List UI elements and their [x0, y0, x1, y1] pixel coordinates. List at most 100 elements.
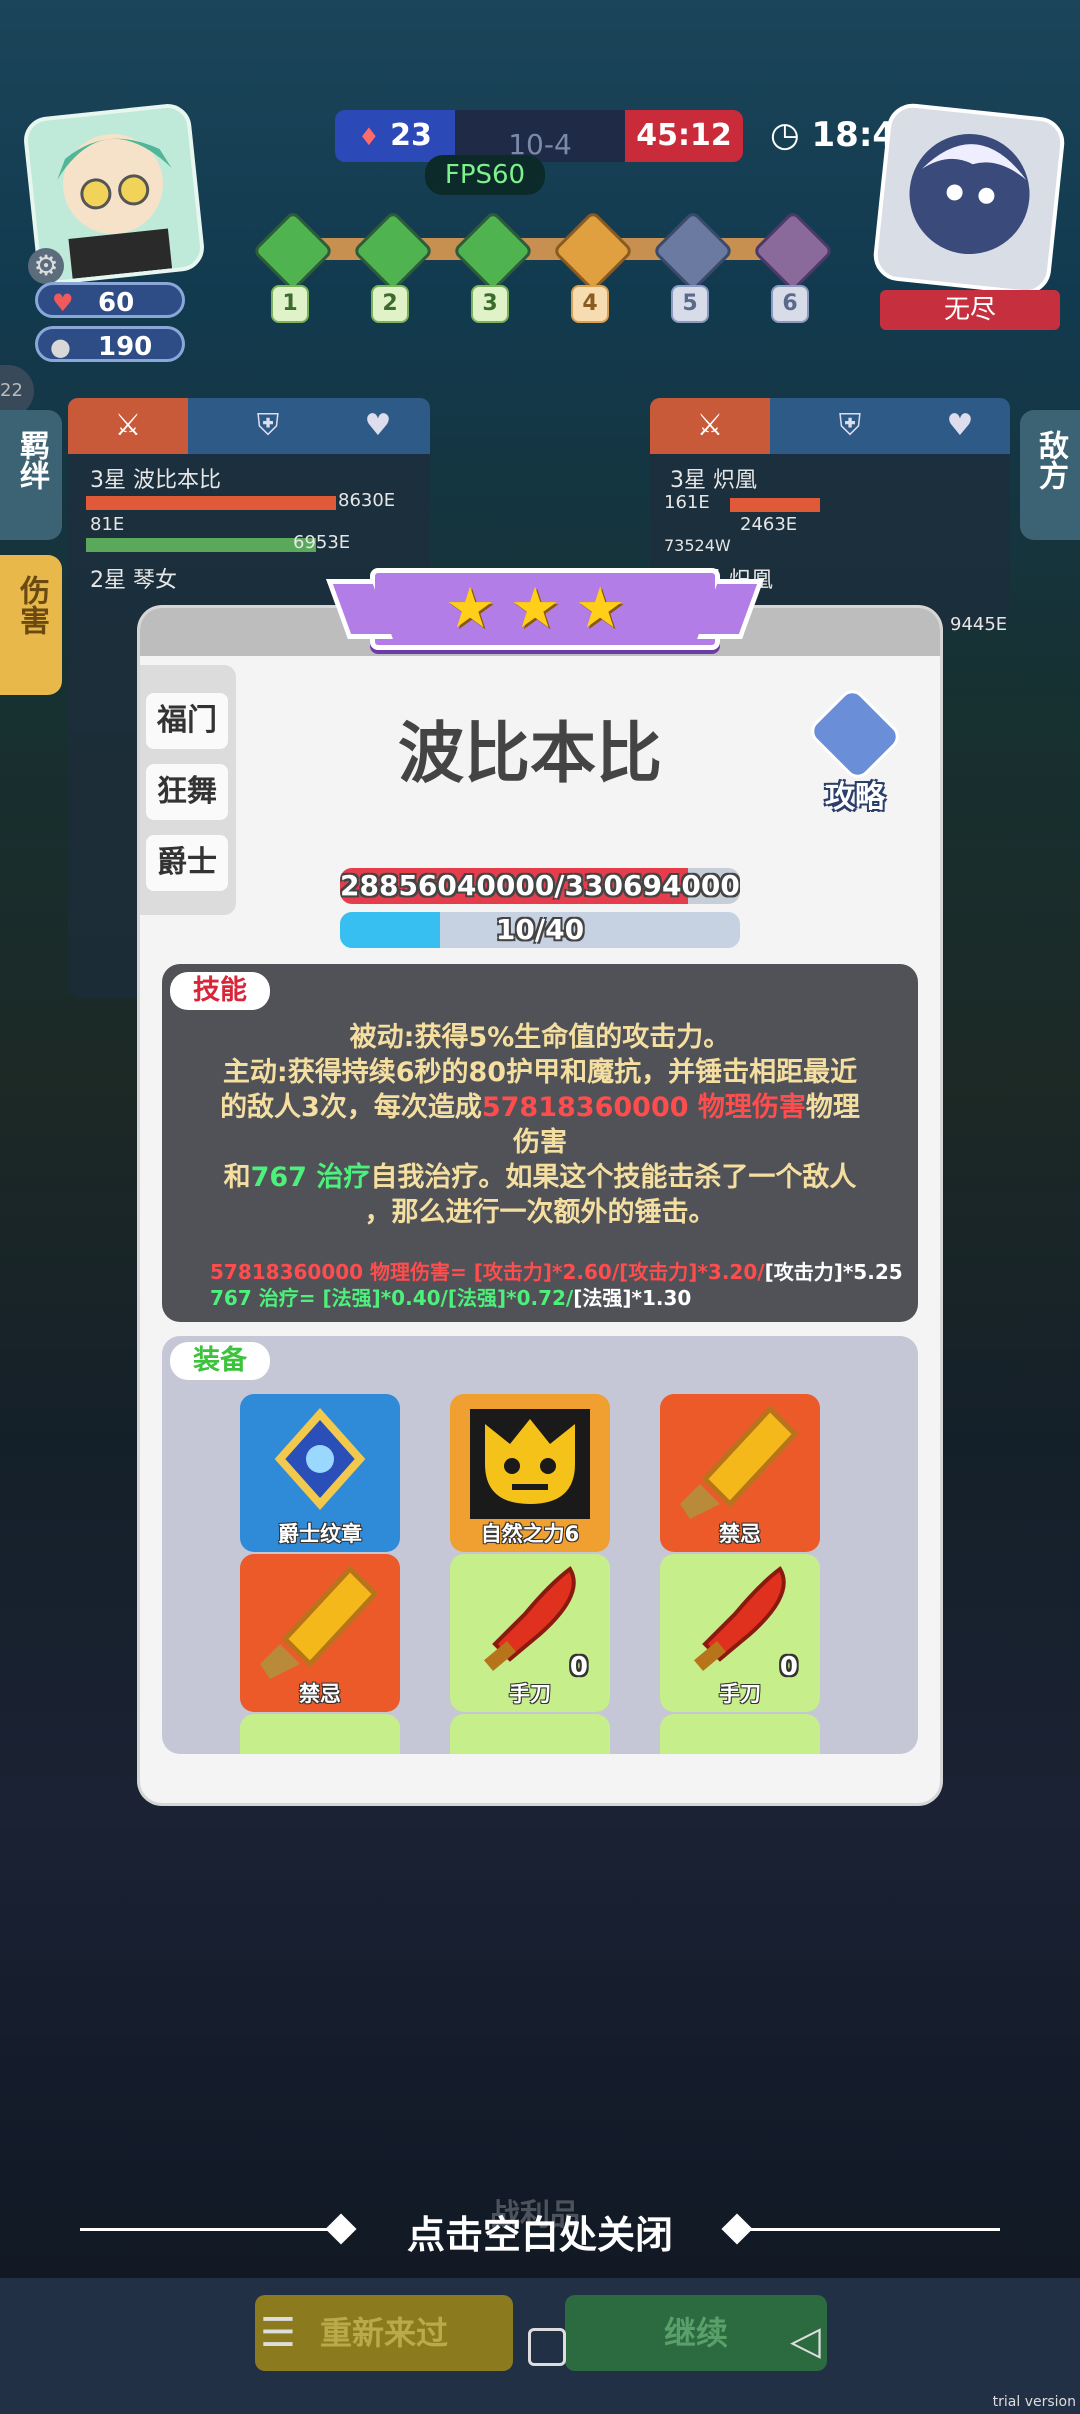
item-hand-blade-2[interactable]: 0 手刀 — [660, 1554, 820, 1712]
skill-damage-value: 57818360000 物理伤害 — [481, 1092, 806, 1123]
formula-damage: 57818360000 物理伤害= [攻击力]*2.60/[攻击力]*3.20/… — [210, 1256, 903, 1285]
skill-line-6: ，那么进行一次额外的锤击。 — [364, 1197, 716, 1228]
right-row-0: 3星 炽凰 — [670, 468, 757, 493]
item-partial-2[interactable] — [450, 1714, 610, 1754]
damage-panel-left-tabs: ⚔ ⛨ ♥ — [68, 398, 430, 454]
fps-counter: FPS60 — [425, 155, 545, 195]
formula-heal-label: 767 治疗 — [210, 1286, 299, 1310]
heart-icon: ♥ — [52, 289, 74, 317]
player-coins-value: 190 — [98, 332, 153, 362]
synergy-tabs: 福门 狂舞 爵士 — [140, 665, 236, 915]
back-icon[interactable]: ◁ — [790, 2318, 821, 2364]
heart-icon-right[interactable]: ♥ — [920, 398, 1000, 454]
skill-description: 被动:获得5%生命值的攻击力。 主动:获得持续6秒的80护甲和魔抗，并锤击相距最… — [202, 1020, 878, 1230]
crystal-sword-icon-2 — [260, 1565, 379, 1679]
sword-icon-right[interactable]: ⚔ — [650, 398, 770, 454]
formula-damage-expr-max: [攻击力]*5.25 — [764, 1260, 903, 1284]
stage-num-6: 6 — [771, 285, 809, 323]
close-hint-line-left — [80, 2228, 350, 2231]
item-jazz-emblem[interactable]: 爵士纹章 — [240, 1394, 400, 1552]
loot-label-behind: 战利品 — [490, 2198, 580, 2233]
item-hand-blade-1[interactable]: 0 手刀 — [450, 1554, 610, 1712]
tab-enemy[interactable]: 敌方 — [1020, 410, 1080, 540]
blue-score-value: 23 — [390, 118, 432, 153]
tab-bond-label: 羁绊 — [14, 430, 49, 490]
stage-num-5: 5 — [671, 285, 709, 323]
boss-avatar[interactable] — [871, 101, 1067, 297]
item-name-5: 手刀 — [509, 1682, 551, 1706]
shield-icon-right[interactable]: ⛨ — [810, 398, 890, 454]
equipment-section: 装备 爵士纹章 自然之力6 禁忌 禁忌 0 手刀 0 手刀 — [162, 1336, 918, 1754]
player-coins-pill: ● 190 — [35, 326, 185, 362]
left-row-2: 81E — [90, 514, 125, 535]
formula-damage-expr: = [攻击力]*2.60/[攻击力]*3.20/ — [450, 1260, 765, 1284]
guide-button[interactable]: 攻略 — [800, 684, 910, 816]
crystal-sword-icon — [680, 1405, 799, 1519]
skill-heal-value: 767 治疗 — [250, 1162, 371, 1193]
star-icon-2: ★ — [510, 576, 561, 641]
skill-line-5a: 和 — [223, 1162, 251, 1193]
left-row-4: 2星 琴女 — [90, 568, 177, 593]
tab-damage[interactable]: 伤害 — [0, 555, 62, 695]
skill-line-1: 被动:获得5%生命值的攻击力。 — [349, 1022, 731, 1053]
settings-gear-icon[interactable]: ⚙ — [28, 248, 64, 284]
menu-icon[interactable]: ☰ — [260, 2310, 296, 2356]
guide-label: 攻略 — [825, 780, 885, 815]
skill-line-4: 伤害 — [513, 1127, 567, 1158]
boss-portrait-icon — [909, 134, 1030, 255]
skill-line-5: 和767 治疗自我治疗。如果这个技能击杀了一个敌人 — [202, 1160, 878, 1195]
item-name-3: 禁忌 — [719, 1522, 761, 1546]
formula-heal: 767 治疗= [法强]*0.40/[法强]*0.72/[法强]*1.30 — [210, 1282, 691, 1311]
hp-bar: 28856040000/3306940000 — [340, 868, 740, 904]
exp-bar: 10/40 — [340, 912, 740, 948]
item-name-1: 爵士纹章 — [278, 1522, 362, 1546]
skill-line-3a: 的敌人3次，每次造成 — [220, 1092, 482, 1123]
synergy-tab-3[interactable]: 爵士 — [146, 835, 228, 891]
star-icon-1: ★ — [445, 576, 496, 641]
right-row-2: 2463E — [740, 514, 798, 535]
home-icon[interactable] — [528, 2328, 566, 2366]
skill-line-2: 主动:获得持续6秒的80护甲和魔抗，并锤击相距最近 — [222, 1057, 858, 1088]
skill-line-3c: 物理 — [805, 1092, 860, 1123]
tab-damage-label: 伤害 — [14, 575, 49, 635]
stage-num-3: 3 — [471, 285, 509, 323]
item-partial-3[interactable] — [660, 1714, 820, 1754]
hero-name: 波比本比 — [398, 715, 662, 792]
skill-line-3: 的敌人3次，每次造成57818360000 物理伤害物理 — [202, 1090, 878, 1125]
sword-icon[interactable]: ⚔ — [68, 398, 188, 454]
hp-bar-text: 28856040000/3306940000 — [340, 869, 740, 902]
item-forbidden-1[interactable]: 禁忌 — [660, 1394, 820, 1552]
synergy-tab-2[interactable]: 狂舞 — [146, 764, 228, 820]
trial-watermark: trial version — [992, 2394, 1076, 2410]
item-forbidden-2[interactable]: 禁忌 — [240, 1554, 400, 1712]
left-row-1: 8630E — [338, 490, 396, 511]
left-row-0: 3星 波比本比 — [90, 468, 221, 493]
round-timer: ◷ 18:4 — [770, 115, 896, 155]
skill-tag: 技能 — [170, 972, 270, 1010]
boss-name: 无尽 — [880, 290, 1060, 330]
left-row-3: 6953E — [293, 532, 351, 553]
left-bar-0 — [86, 496, 336, 510]
heart-tab-icon[interactable]: ♥ — [338, 398, 418, 454]
coin-icon: ● — [50, 333, 71, 361]
close-hint-line-right — [730, 2228, 1000, 2231]
shield-icon[interactable]: ⛨ — [228, 398, 308, 454]
item-name-4: 禁忌 — [299, 1682, 341, 1706]
item-force-of-nature[interactable]: 自然之力6 — [450, 1394, 610, 1552]
blue-score: ♦ 23 — [335, 110, 455, 162]
round-timer-value: 18:4 — [811, 115, 897, 155]
synergy-tab-1[interactable]: 福门 — [146, 693, 228, 749]
player-hp-value: 60 — [98, 288, 135, 318]
formula-heal-expr: = [法强]*0.40/[法强]*0.72/ — [298, 1286, 574, 1310]
star-icon-3: ★ — [575, 576, 626, 641]
item-partial-1[interactable] — [240, 1714, 400, 1754]
formula-damage-label: 57818360000 物理伤害 — [210, 1260, 451, 1284]
continue-button[interactable]: 继续 — [565, 2295, 827, 2371]
stage-num-4: 4 — [571, 285, 609, 323]
stage-num-1: 1 — [271, 285, 309, 323]
formula-heal-expr-max: [法强]*1.30 — [573, 1286, 692, 1310]
right-row-5: 9445E — [950, 614, 1008, 635]
crown-face-icon — [470, 1409, 590, 1519]
tab-bond[interactable]: 羁绊 — [0, 410, 62, 540]
clock-icon: ◷ — [770, 115, 800, 155]
